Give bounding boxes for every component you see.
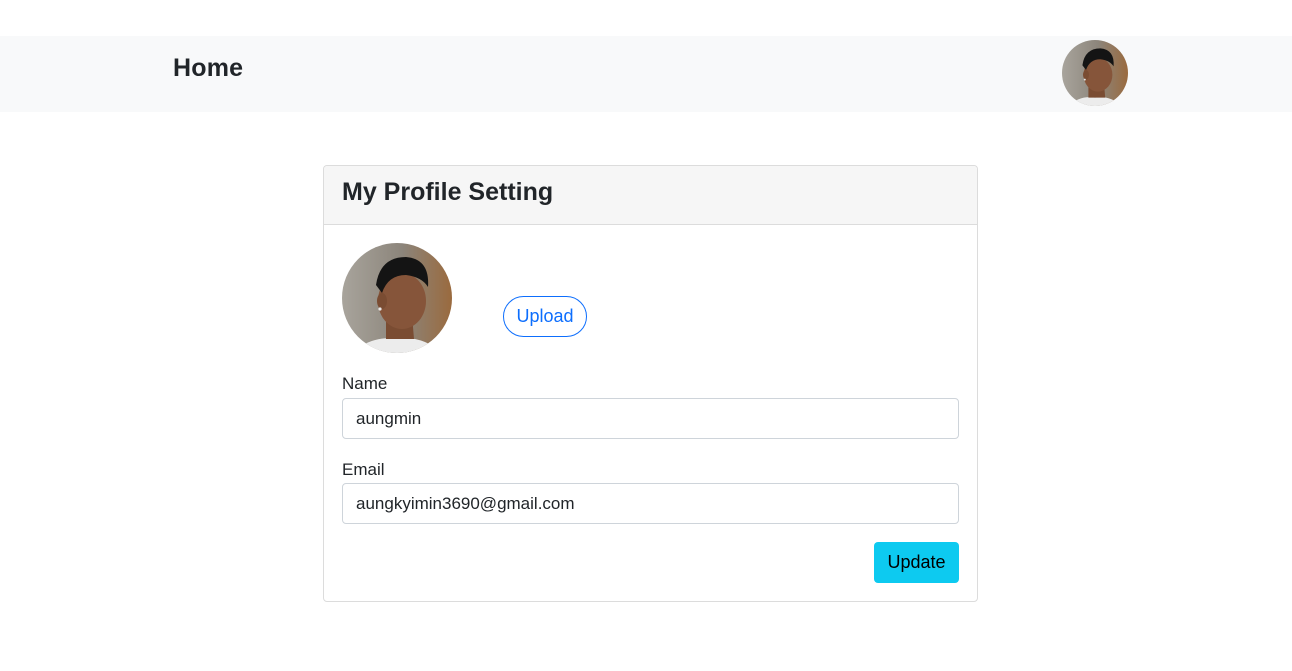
- name-label: Name: [342, 374, 388, 393]
- home-link[interactable]: Home: [173, 54, 243, 83]
- card-header: My Profile Setting: [324, 166, 977, 225]
- top-navbar: Home: [0, 36, 1292, 112]
- avatar-photo-icon: [1062, 40, 1128, 106]
- email-label: Email: [342, 460, 385, 479]
- nav-avatar[interactable]: [1062, 40, 1128, 106]
- profile-photo: [342, 243, 452, 353]
- profile-settings-card: My Profile Setting Upload Name Email Upd…: [323, 165, 978, 602]
- profile-photo-icon: [342, 243, 452, 353]
- update-button[interactable]: Update: [874, 542, 959, 583]
- email-field[interactable]: [342, 483, 959, 524]
- page-title: My Profile Setting: [342, 178, 554, 206]
- name-field[interactable]: [342, 398, 959, 439]
- upload-button[interactable]: Upload: [503, 296, 587, 337]
